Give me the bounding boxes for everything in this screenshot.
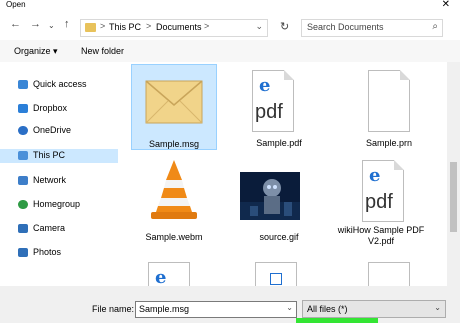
file-item-sample-webm[interactable]: Sample.webm bbox=[131, 158, 217, 244]
file-name: Sample.prn bbox=[365, 138, 413, 148]
folder-icon bbox=[85, 23, 96, 32]
file-name: Sample.msg bbox=[148, 139, 200, 149]
file-name: Sample.pdf bbox=[256, 138, 302, 148]
organize-button[interactable]: Organize ▾ bbox=[14, 46, 58, 57]
blank-doc-icon bbox=[368, 70, 410, 132]
star-icon bbox=[18, 80, 28, 89]
file-type-select[interactable]: All files (*) ⌄ bbox=[302, 300, 446, 318]
up-arrow-icon[interactable]: ↑ bbox=[64, 18, 70, 30]
breadcrumb-separator-icon: > bbox=[204, 21, 210, 31]
envelope-icon bbox=[145, 80, 203, 124]
sidebar-item-label: This PC bbox=[33, 150, 66, 160]
sidebar-item-label: Camera bbox=[33, 223, 66, 233]
file-name: wikiHow Sample PDF V2.pdf bbox=[337, 225, 425, 246]
file-type-value: All files (*) bbox=[307, 304, 348, 314]
photos-icon bbox=[18, 248, 28, 257]
file-name-input[interactable]: Sample.msg ⌄ bbox=[135, 301, 297, 318]
file-name-value: Sample.msg bbox=[139, 304, 190, 314]
pdf-icon: e pdf bbox=[252, 70, 294, 132]
sidebar-item-this-pc[interactable]: This PC bbox=[0, 149, 118, 163]
computer-icon bbox=[18, 151, 28, 160]
back-arrow-icon[interactable]: ← bbox=[10, 18, 21, 30]
edge-logo-icon: e bbox=[369, 165, 381, 186]
file-name: source.gif bbox=[259, 232, 299, 242]
vertical-scrollbar[interactable] bbox=[447, 62, 460, 286]
pdf-label: pdf bbox=[255, 101, 283, 123]
address-dropdown-icon[interactable]: ⌄ bbox=[255, 21, 263, 32]
file-item-wikihow-sample-pdf[interactable]: e pdf wikiHow Sample PDF V2.pdf bbox=[332, 158, 430, 256]
command-bar: Organize ▾ New folder bbox=[0, 40, 460, 62]
search-icon: ⌕ bbox=[432, 21, 438, 32]
file-item-source-gif[interactable]: source.gif bbox=[236, 158, 322, 244]
sidebar-item-homegroup[interactable]: Homegroup bbox=[18, 198, 118, 212]
forward-arrow-icon[interactable]: → bbox=[30, 18, 41, 30]
title-bar: Open ✕ bbox=[0, 0, 460, 12]
breadcrumb-documents[interactable]: Documents bbox=[156, 22, 202, 32]
navigation-pane: Quick access Dropbox OneDrive This PC Ne… bbox=[0, 62, 118, 286]
sidebar-item-label: Quick access bbox=[33, 79, 87, 89]
breadcrumb-this-pc[interactable]: This PC bbox=[109, 22, 141, 32]
sidebar-item-onedrive[interactable]: OneDrive bbox=[18, 124, 118, 138]
file-name-label: File name: bbox=[92, 304, 135, 314]
sidebar-item-label: Network bbox=[33, 175, 67, 185]
edge-logo-icon: e bbox=[155, 267, 167, 288]
sidebar-item-photos[interactable]: Photos bbox=[18, 246, 118, 260]
edge-logo-icon: e bbox=[259, 75, 271, 96]
navigation-bar: ← → ⌄ ↑ > This PC > Documents > ⌄ ↻ Sear… bbox=[0, 12, 460, 40]
sidebar-item-camera[interactable]: Camera bbox=[18, 222, 118, 236]
dialog-footer: File name: Sample.msg ⌄ All files (*) ⌄ bbox=[0, 286, 460, 323]
cloud-icon bbox=[18, 126, 28, 135]
sidebar-item-label: Dropbox bbox=[33, 103, 68, 113]
chevron-down-icon: ⌄ bbox=[434, 303, 441, 312]
close-icon[interactable]: ✕ bbox=[442, 0, 450, 10]
address-bar[interactable]: > This PC > Documents > ⌄ bbox=[80, 19, 268, 37]
breadcrumb-separator-icon: > bbox=[146, 21, 152, 31]
vlc-cone-icon bbox=[151, 160, 197, 219]
chevron-down-icon[interactable]: ⌄ bbox=[286, 303, 293, 312]
chevron-down-icon[interactable]: ⌄ bbox=[48, 21, 55, 30]
sidebar-item-network[interactable]: Network bbox=[18, 174, 118, 188]
camera-icon bbox=[18, 224, 28, 233]
sidebar-item-label: Homegroup bbox=[33, 199, 81, 209]
gif-thumbnail bbox=[240, 172, 300, 220]
network-icon bbox=[18, 176, 28, 185]
file-item-sample-prn[interactable]: Sample.prn bbox=[346, 64, 432, 150]
file-item-sample-msg[interactable]: Sample.msg bbox=[131, 64, 217, 150]
sidebar-item-label: OneDrive bbox=[33, 125, 72, 135]
sidebar-item-dropbox[interactable]: Dropbox bbox=[18, 102, 118, 116]
open-button-highlight[interactable] bbox=[296, 318, 378, 323]
new-folder-button[interactable]: New folder bbox=[81, 46, 124, 56]
window-title: Open bbox=[6, 0, 26, 9]
sidebar-item-quick-access[interactable]: Quick access bbox=[18, 78, 118, 92]
search-placeholder: Search Documents bbox=[307, 22, 384, 32]
sidebar-item-label: Photos bbox=[33, 247, 62, 257]
file-item-sample-pdf[interactable]: e pdf Sample.pdf bbox=[236, 64, 322, 150]
search-input[interactable]: Search Documents ⌕ bbox=[301, 19, 443, 37]
scrollbar-thumb[interactable] bbox=[450, 162, 457, 232]
pdf-label: pdf bbox=[365, 191, 393, 213]
file-list: Sample.msg e pdf Sample.pdf Sample.prn S… bbox=[118, 62, 447, 293]
file-name: Sample.webm bbox=[145, 232, 203, 242]
dropbox-icon bbox=[18, 104, 28, 113]
breadcrumb-separator-icon: > bbox=[100, 21, 106, 31]
pdf-icon: e pdf bbox=[362, 160, 404, 222]
homegroup-icon bbox=[18, 200, 28, 209]
open-dialog: Open ✕ ← → ⌄ ↑ > This PC > Documents > ⌄… bbox=[0, 0, 460, 323]
refresh-icon[interactable]: ↻ bbox=[280, 20, 289, 33]
